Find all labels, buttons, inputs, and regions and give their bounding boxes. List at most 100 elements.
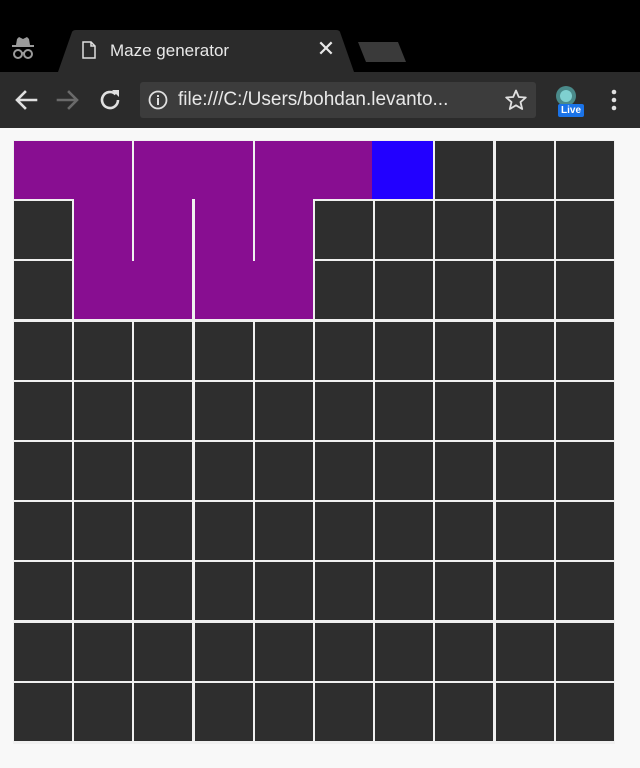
maze-cell: [435, 622, 494, 681]
maze-passage: [131, 261, 136, 320]
maze-cell: [495, 381, 554, 440]
maze-cell: [555, 201, 614, 260]
page-icon: [82, 41, 96, 59]
maze-cell: [495, 261, 554, 320]
maze-cell: [194, 141, 253, 199]
maze-cell: [375, 141, 434, 199]
page-viewport: [0, 128, 640, 768]
maze-cell: [435, 502, 494, 561]
maze-cell: [194, 622, 253, 681]
maze-passage: [74, 258, 133, 263]
maze-grid: [13, 140, 615, 744]
kebab-menu-icon[interactable]: [604, 86, 624, 114]
maze-cell: [74, 682, 133, 741]
close-icon[interactable]: ✕: [316, 38, 336, 60]
maze-cell: [74, 321, 133, 380]
maze-cell: [375, 201, 434, 260]
incognito-icon: [8, 34, 38, 64]
maze-passage: [74, 198, 133, 203]
back-arrow-icon[interactable]: [12, 86, 40, 114]
tab-title: Maze generator: [110, 41, 230, 60]
maze-cell: [194, 321, 253, 380]
maze-passage: [194, 258, 253, 263]
maze-cell: [555, 562, 614, 621]
maze-cell: [254, 201, 313, 260]
maze-cell: [74, 622, 133, 681]
maze-cell: [555, 622, 614, 681]
maze-cell: [254, 682, 313, 741]
maze-cell: [14, 141, 72, 199]
new-tab-button[interactable]: [358, 42, 408, 62]
maze-cell: [74, 261, 133, 320]
maze-cell: [435, 201, 494, 260]
maze-cell: [254, 502, 313, 561]
maze-cell: [435, 141, 494, 199]
maze-cell: [375, 682, 434, 741]
maze-cell: [375, 442, 434, 500]
maze-cell: [14, 562, 72, 621]
maze-cell: [315, 141, 373, 199]
maze-cell: [495, 562, 554, 621]
maze-cell: [435, 381, 494, 440]
maze-cell: [14, 682, 72, 741]
info-icon[interactable]: [148, 90, 168, 110]
maze-cell: [315, 321, 373, 380]
maze-passage: [254, 198, 313, 203]
maze-cell: [315, 261, 373, 320]
maze-cell: [194, 201, 253, 260]
maze-cell: [14, 381, 72, 440]
maze-passage: [251, 261, 256, 320]
maze-cell: [315, 201, 373, 260]
maze-cell: [555, 261, 614, 320]
maze-passage: [194, 198, 253, 203]
live-badge: Live: [558, 104, 585, 117]
maze-cell: [254, 381, 313, 440]
maze-cell: [14, 261, 72, 320]
live-extension-button[interactable]: Live: [548, 82, 588, 122]
maze-cell: [74, 381, 133, 440]
maze-passage: [191, 141, 196, 199]
maze-cell: [14, 442, 72, 500]
maze-cell: [254, 261, 313, 320]
maze-cell: [194, 261, 253, 320]
maze-passage: [134, 198, 193, 203]
maze-cell: [194, 682, 253, 741]
maze-cell: [555, 442, 614, 500]
maze-cell: [315, 381, 373, 440]
tab-strip: Maze generator ✕: [0, 0, 640, 72]
maze-cell: [495, 682, 554, 741]
maze-cell: [74, 562, 133, 621]
maze-cell: [74, 201, 133, 260]
address-bar[interactable]: file:///C:/Users/bohdan.levanto...: [140, 82, 536, 118]
forward-arrow-icon[interactable]: [54, 86, 82, 114]
maze-cell: [134, 502, 193, 561]
maze-cell: [555, 682, 614, 741]
browser-toolbar: file:///C:/Users/bohdan.levanto... Live: [0, 72, 640, 128]
maze-cell: [315, 502, 373, 561]
maze-cell: [495, 622, 554, 681]
url-text[interactable]: file:///C:/Users/bohdan.levanto...: [178, 89, 478, 111]
tab-maze-generator[interactable]: Maze generator ✕: [58, 30, 354, 72]
maze-cell: [315, 622, 373, 681]
maze-cell: [495, 201, 554, 260]
maze-cell: [435, 442, 494, 500]
reload-icon[interactable]: [96, 86, 124, 114]
maze-cell: [14, 201, 72, 260]
maze-cell: [495, 442, 554, 500]
maze-cell: [315, 682, 373, 741]
maze-cell: [375, 321, 434, 380]
maze-cell: [74, 442, 133, 500]
maze-cell: [254, 321, 313, 380]
maze-passage: [254, 258, 313, 263]
maze-passage: [134, 258, 193, 263]
maze-cell: [495, 141, 554, 199]
star-icon[interactable]: [504, 88, 528, 112]
maze-cell: [555, 381, 614, 440]
maze-cell: [134, 261, 193, 320]
maze-cell: [495, 502, 554, 561]
maze-cell: [254, 141, 313, 199]
maze-cell: [194, 502, 253, 561]
maze-cell: [375, 261, 434, 320]
maze-cell: [375, 562, 434, 621]
maze-cell: [134, 141, 193, 199]
